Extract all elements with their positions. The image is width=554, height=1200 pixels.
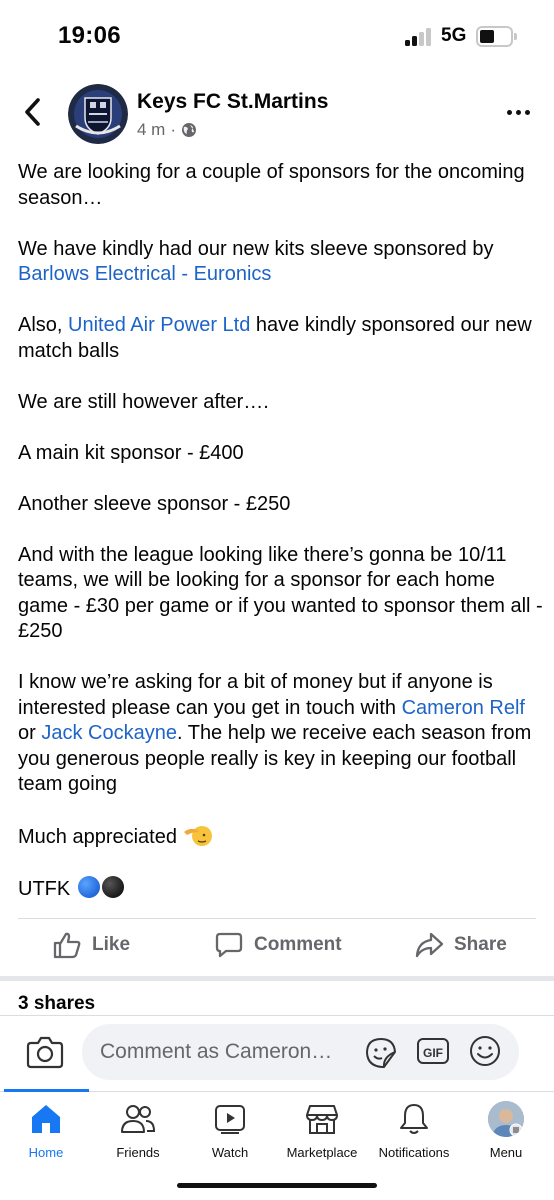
divider bbox=[18, 918, 536, 919]
mention-link[interactable]: Jack Cockayne bbox=[41, 722, 177, 744]
nav-watch[interactable]: Watch bbox=[184, 1100, 276, 1166]
page-name[interactable]: Keys FC St.Martins bbox=[137, 90, 328, 114]
home-icon bbox=[32, 1105, 60, 1133]
battery-icon bbox=[476, 26, 517, 47]
notifications-icon bbox=[400, 1104, 428, 1134]
profile-avatar bbox=[488, 1101, 524, 1137]
gif-icon: GIF bbox=[417, 1038, 449, 1064]
mention-link[interactable]: Barlows Electrical - Euronics bbox=[18, 263, 271, 285]
comment-input[interactable]: Comment as Cameron… GIF bbox=[82, 1024, 519, 1080]
post-paragraph: Much appreciated bbox=[18, 823, 543, 851]
share-button[interactable]: Share bbox=[414, 930, 507, 960]
sticker-button[interactable] bbox=[364, 1036, 398, 1070]
post-paragraph: Also, United Air Power Ltd have kindly s… bbox=[18, 314, 532, 362]
share-icon bbox=[415, 932, 444, 958]
like-icon bbox=[53, 932, 81, 959]
gif-label: GIF bbox=[423, 1046, 443, 1060]
post-paragraph: A main kit sponsor - £400 bbox=[18, 441, 244, 464]
nav-friends[interactable]: Friends bbox=[92, 1100, 184, 1166]
nav-label: Marketplace bbox=[286, 1145, 358, 1160]
camera-icon bbox=[26, 1036, 64, 1069]
post-paragraph: We have kindly had our new kits sleeve s… bbox=[18, 237, 494, 286]
status-bar: 19:06 5G bbox=[0, 0, 554, 78]
post-paragraph: And with the league looking like there’s… bbox=[18, 543, 543, 643]
comment-label: Comment bbox=[254, 934, 342, 955]
shares-count[interactable]: 3 shares bbox=[18, 993, 95, 1015]
post-body: We are looking for a couple of sponsors … bbox=[18, 160, 543, 928]
section-separator bbox=[0, 976, 554, 981]
home-indicator bbox=[177, 1183, 377, 1188]
post-paragraph: We are looking for a couple of sponsors … bbox=[18, 161, 525, 209]
status-time: 19:06 bbox=[58, 22, 121, 49]
more-icon bbox=[506, 109, 512, 115]
network-type: 5G bbox=[441, 25, 467, 46]
like-label: Like bbox=[92, 934, 131, 955]
mention-link[interactable]: United Air Power Ltd bbox=[68, 314, 250, 336]
watch-icon bbox=[215, 1105, 245, 1134]
nav-label: Home bbox=[28, 1145, 64, 1160]
post-paragraph: I know we’re asking for a bit of money b… bbox=[18, 671, 532, 795]
post-paragraph: Another sleeve sponsor - £250 bbox=[18, 492, 291, 515]
nav-marketplace[interactable]: Marketplace bbox=[276, 1100, 368, 1166]
smile-icon bbox=[470, 1036, 500, 1066]
signal-icon bbox=[405, 28, 433, 46]
comment-icon bbox=[215, 932, 243, 958]
emoji-button[interactable] bbox=[468, 1034, 502, 1068]
nav-label: Menu bbox=[489, 1145, 523, 1160]
nav-home[interactable]: Home bbox=[0, 1100, 92, 1166]
nav-label: Watch bbox=[211, 1145, 249, 1160]
post-paragraph: UTFK bbox=[18, 876, 543, 903]
comment-placeholder: Comment as Cameron… bbox=[100, 1040, 333, 1063]
post-actions: Like Comment Share bbox=[0, 920, 554, 974]
bottom-navigation: Home Friends Watch Marketplace Notificat… bbox=[0, 1092, 554, 1170]
marketplace-icon bbox=[306, 1105, 338, 1134]
back-icon bbox=[25, 98, 40, 126]
divider bbox=[0, 1015, 554, 1016]
post-paragraph: We are still however after…. bbox=[18, 390, 269, 413]
like-button[interactable]: Like bbox=[52, 930, 130, 960]
friends-icon bbox=[121, 1105, 156, 1133]
page-avatar[interactable] bbox=[68, 84, 128, 144]
gif-button[interactable]: GIF bbox=[416, 1036, 450, 1066]
comment-button[interactable]: Comment bbox=[214, 930, 342, 960]
post-timestamp[interactable]: 4 m bbox=[137, 120, 165, 140]
sticker-icon bbox=[365, 1037, 397, 1069]
nav-label: Notifications bbox=[378, 1145, 450, 1160]
nav-label: Friends bbox=[116, 1145, 160, 1160]
post-header: Keys FC St.Martins 4 m · bbox=[0, 78, 554, 148]
blue-circle-emoji-icon bbox=[77, 876, 100, 898]
mention-link[interactable]: Cameron Relf bbox=[402, 697, 525, 719]
black-circle-emoji-icon bbox=[101, 876, 124, 898]
camera-button[interactable] bbox=[26, 1035, 64, 1069]
nav-menu[interactable]: Menu bbox=[460, 1100, 552, 1166]
share-label: Share bbox=[454, 934, 507, 955]
meta-separator: · bbox=[170, 120, 177, 139]
nav-notifications[interactable]: Notifications bbox=[368, 1100, 460, 1166]
post-meta: 4 m · bbox=[137, 120, 197, 140]
back-button[interactable] bbox=[20, 96, 48, 128]
saluting-face-emoji-icon bbox=[183, 826, 212, 846]
globe-icon bbox=[182, 123, 197, 137]
more-options-button[interactable] bbox=[500, 104, 536, 120]
